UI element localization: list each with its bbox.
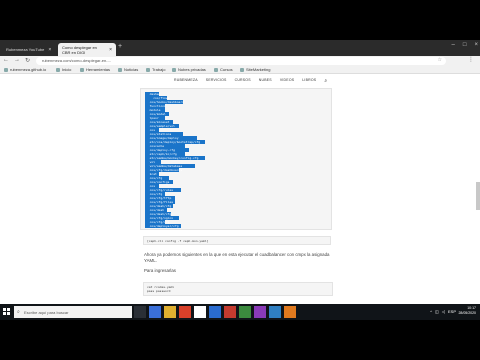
app-icon[interactable] bbox=[269, 306, 281, 318]
bookmark-item[interactable]: Herramientas bbox=[80, 67, 110, 72]
url-input[interactable]: rubenmeza.com/como-desplegar-en-... bbox=[36, 57, 446, 65]
folder-icon[interactable] bbox=[164, 306, 176, 318]
forward-icon[interactable]: → bbox=[14, 57, 20, 64]
taskbar: ⌕ Escribe aquí para buscar ^ ◫ ◁ ESP 10:… bbox=[0, 304, 480, 320]
bookmark-item[interactable]: rubenmeza.github.io bbox=[4, 67, 46, 72]
new-tab-icon[interactable]: + bbox=[118, 43, 122, 50]
bookmark-item[interactable]: SiteMarketing bbox=[240, 67, 270, 72]
tab-youtube[interactable]: Rubenmeza YouTube × bbox=[2, 43, 58, 56]
windows-start-icon[interactable] bbox=[3, 308, 10, 315]
site-nav: RUBENMEZA SERVICIOS CURSOS NUBES VIDEOS … bbox=[174, 78, 327, 84]
bookmark-icon bbox=[240, 67, 244, 72]
article-content: dashed cos/flows cos/hooks/dashboard fun… bbox=[0, 88, 480, 304]
bookmark-icon bbox=[214, 67, 218, 72]
date: 28/05/2020 bbox=[458, 311, 476, 315]
app-icon[interactable] bbox=[239, 306, 251, 318]
search-icon[interactable]: ⌕ bbox=[324, 78, 327, 84]
volume-icon[interactable]: ◁ bbox=[442, 309, 445, 314]
close-window-icon[interactable]: × bbox=[474, 42, 478, 48]
app-icon[interactable] bbox=[209, 306, 221, 318]
nav-item-videos[interactable]: VIDEOS bbox=[280, 78, 294, 84]
tab-article[interactable]: Como desplegar en CBR en DIGI × bbox=[58, 43, 116, 56]
nav-item-books[interactable]: LIBROS bbox=[302, 78, 316, 84]
code-block: [ceph-cli config -f ceph-mon.yaml] bbox=[143, 236, 331, 245]
app-icon[interactable] bbox=[254, 306, 266, 318]
bookmark-icon bbox=[4, 67, 8, 72]
bookmarks-bar: rubenmeza.github.io Inicio Herramientas … bbox=[0, 66, 480, 74]
chrome-icon[interactable] bbox=[194, 306, 206, 318]
task-view-icon[interactable] bbox=[134, 306, 146, 318]
code-line: pass password bbox=[147, 289, 171, 293]
close-icon[interactable]: × bbox=[48, 47, 51, 53]
taskbar-search-input[interactable]: ⌕ Escribe aquí para buscar bbox=[14, 306, 132, 318]
bookmark-item[interactable]: Trabajo bbox=[146, 67, 165, 72]
maximize-icon[interactable]: □ bbox=[463, 42, 467, 48]
app-icon[interactable] bbox=[179, 306, 191, 318]
taskbar-apps bbox=[134, 306, 296, 318]
title-bar: Rubenmeza YouTube × Como desplegar en CB… bbox=[0, 40, 480, 56]
bookmark-star-icon[interactable]: ☆ bbox=[438, 57, 442, 63]
nav-buttons: ← → ↻ bbox=[3, 57, 30, 64]
nav-item-courses[interactable]: CURSOS bbox=[235, 78, 251, 84]
nav-item-clouds[interactable]: NUBES bbox=[259, 78, 272, 84]
code-block: dashed cos/flows cos/hooks/dashboard fun… bbox=[140, 88, 332, 230]
language-indicator[interactable]: ESP bbox=[448, 309, 456, 314]
window-controls: – □ × bbox=[452, 42, 478, 48]
search-icon: ⌕ bbox=[17, 309, 20, 315]
back-icon[interactable]: ← bbox=[3, 57, 9, 64]
tab-label: Rubenmeza YouTube bbox=[6, 47, 45, 52]
app-icon[interactable] bbox=[284, 306, 296, 318]
paragraph: Ahora ya podemos siguientes en la que en… bbox=[144, 252, 330, 263]
address-bar: ← → ↻ rubenmeza.com/como-desplegar-en-..… bbox=[0, 56, 480, 66]
code-block: cat rcodes.yaml pass password bbox=[143, 282, 333, 296]
up-arrow-icon[interactable]: ^ bbox=[430, 309, 432, 314]
app-icon[interactable] bbox=[149, 306, 161, 318]
close-icon[interactable]: × bbox=[109, 47, 112, 53]
reload-icon[interactable]: ↻ bbox=[25, 57, 30, 64]
minimize-icon[interactable]: – bbox=[452, 42, 455, 48]
system-tray: ^ ◫ ◁ ESP bbox=[430, 309, 456, 314]
menu-icon[interactable]: ⋮ bbox=[468, 56, 474, 63]
bookmark-icon bbox=[80, 67, 84, 72]
bookmark-item[interactable]: Cursos bbox=[214, 67, 233, 72]
nav-item-services[interactable]: SERVICIOS bbox=[206, 78, 227, 84]
bookmark-icon bbox=[146, 67, 150, 72]
subheading: Para ingresarlas bbox=[144, 268, 176, 273]
tab-label: Como desplegar en CBR en DIGI bbox=[62, 44, 97, 55]
network-icon[interactable]: ◫ bbox=[435, 309, 439, 314]
bookmark-item[interactable]: Nubes privadas bbox=[172, 67, 206, 72]
bookmark-item[interactable]: Noticias bbox=[118, 67, 138, 72]
scrollbar-thumb[interactable] bbox=[476, 182, 480, 210]
app-icon[interactable] bbox=[224, 306, 236, 318]
code-line: cos/deployer/cfg bbox=[145, 224, 181, 228]
bookmark-item[interactable]: Inicio bbox=[56, 67, 71, 72]
bookmark-icon bbox=[118, 67, 122, 72]
bookmark-icon bbox=[172, 67, 176, 72]
nav-item-home[interactable]: RUBENMEZA bbox=[174, 78, 198, 84]
bookmark-icon bbox=[56, 67, 60, 72]
clock[interactable]: 10:17 28/05/2020 bbox=[458, 306, 476, 316]
